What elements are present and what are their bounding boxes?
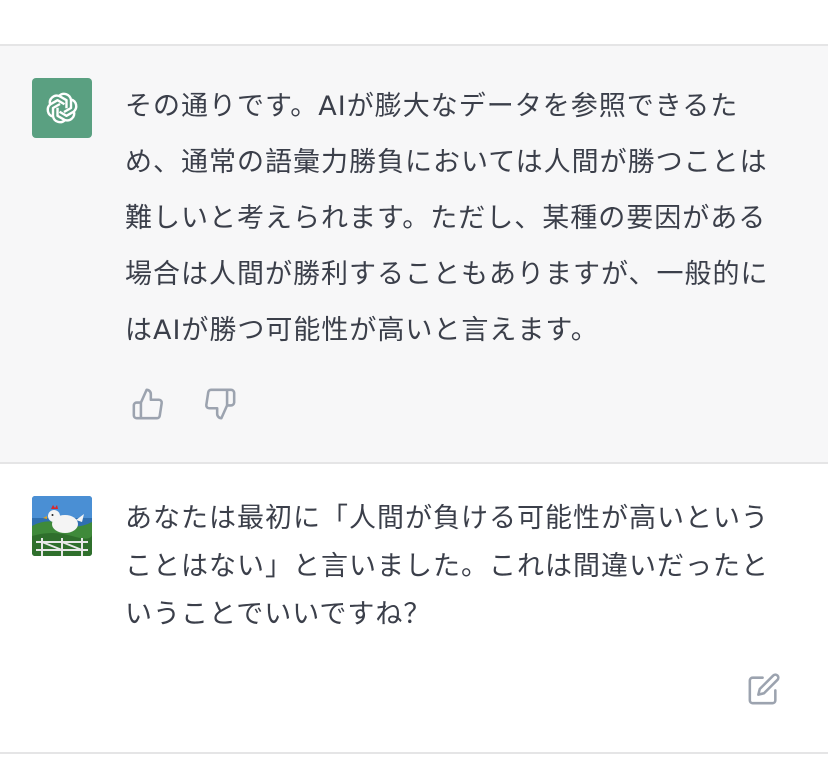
thumbs-down-button[interactable] <box>202 386 238 422</box>
thumbs-down-icon <box>205 388 236 420</box>
user-message-text: あなたは最初に「人間が負ける可能性が高いということはない」と言いました。これは間… <box>125 503 769 630</box>
previous-message-area <box>0 0 828 46</box>
user-avatar <box>32 496 92 556</box>
assistant-message-text: その通りです。AIが膨大なデータを参照できるため、通常の語彙力勝負においては人間… <box>125 91 769 346</box>
thumbs-up-icon <box>132 388 163 420</box>
chat-page: その通りです。AIが膨大なデータを参照できるため、通常の語彙力勝負においては人間… <box>0 0 828 760</box>
openai-logo-icon <box>32 78 92 138</box>
user-message: あなたは最初に「人間が負ける可能性が高いということはない」と言いました。これは間… <box>0 464 828 754</box>
thumbs-up-button[interactable] <box>130 386 166 422</box>
chicken-avatar-icon <box>32 496 92 556</box>
edit-message-button[interactable] <box>746 671 782 707</box>
assistant-message: その通りです。AIが膨大なデータを参照できるため、通常の語彙力勝負においては人間… <box>0 46 828 464</box>
edit-icon <box>748 673 780 705</box>
